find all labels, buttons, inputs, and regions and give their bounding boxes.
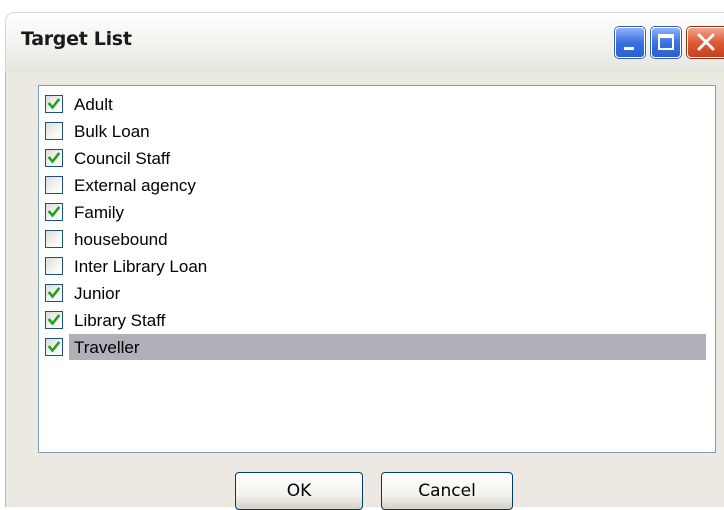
list-item[interactable]: Council Staff [39, 145, 715, 172]
list-item-label: Traveller [74, 338, 140, 357]
maximize-icon [658, 34, 674, 50]
title-bar[interactable]: Target List [5, 12, 724, 72]
list-item-label: Family [74, 203, 125, 222]
dialog-body: Adult Bulk Loan Council Staff External agen… [5, 72, 724, 510]
minimize-icon [624, 47, 634, 50]
list-item[interactable]: Bulk Loan [39, 118, 715, 145]
check-icon [47, 206, 61, 218]
minimize-button[interactable] [615, 27, 645, 58]
target-list-window: Target List Adult Bulk Loan Council Staff E… [0, 0, 724, 510]
check-icon [47, 287, 61, 299]
cancel-button[interactable]: Cancel [381, 472, 513, 510]
list-item[interactable]: Inter Library Loan [39, 253, 715, 280]
list-item-label: Junior [74, 284, 121, 303]
close-icon [697, 33, 715, 51]
ok-button[interactable]: OK [235, 472, 363, 510]
list-item[interactable]: Adult [39, 91, 715, 118]
list-item[interactable]: Traveller [39, 334, 715, 361]
check-icon [47, 341, 61, 353]
checkbox[interactable] [45, 176, 63, 194]
checkbox[interactable] [45, 149, 63, 167]
check-icon [47, 98, 61, 110]
checkbox[interactable] [45, 338, 63, 356]
list-item-label: Adult [74, 95, 113, 114]
check-icon [47, 152, 61, 164]
list-item-label: Bulk Loan [74, 122, 150, 141]
list-item[interactable]: Family [39, 199, 715, 226]
list-item-label: Council Staff [74, 149, 171, 168]
list-item[interactable]: Junior [39, 280, 715, 307]
checkbox[interactable] [45, 95, 63, 113]
checkbox[interactable] [45, 230, 63, 248]
list-item-label: Library Staff [74, 311, 166, 330]
list-item[interactable]: housebound [39, 226, 715, 253]
list-item[interactable]: Library Staff [39, 307, 715, 334]
checkbox[interactable] [45, 203, 63, 221]
list-item-label: External agency [74, 176, 196, 195]
checkbox[interactable] [45, 257, 63, 275]
target-checklist[interactable]: Adult Bulk Loan Council Staff External agen… [38, 85, 716, 453]
list-item[interactable]: External agency [39, 172, 715, 199]
check-icon [47, 314, 61, 326]
window-title: Target List [21, 28, 132, 50]
list-item-label: housebound [74, 230, 168, 249]
maximize-button[interactable] [651, 27, 681, 58]
checkbox[interactable] [45, 122, 63, 140]
list-item-label: Inter Library Loan [74, 257, 208, 276]
checkbox[interactable] [45, 311, 63, 329]
selection-highlight [69, 334, 706, 360]
checkbox[interactable] [45, 284, 63, 302]
close-button[interactable] [687, 27, 724, 58]
